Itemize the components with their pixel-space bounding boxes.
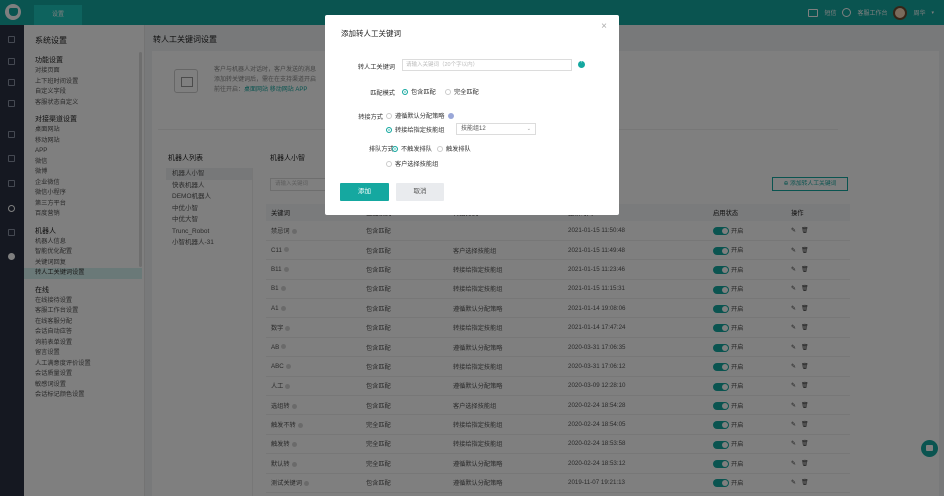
add-button[interactable]: 添加 [340,183,389,201]
radio-dot [392,145,398,152]
chevron-down-icon: ⌄ [526,126,531,132]
radio-dot [437,145,443,152]
radio-exact[interactable]: 完全匹配 [445,87,479,96]
radio-label: 不触发排队 [401,146,432,153]
radio-label: 触发排队 [446,146,471,153]
keyword-label: 转人工关键词 [357,64,395,71]
close-icon[interactable]: × [601,21,607,32]
transfer-way-label: 转接方式 [358,114,383,121]
question-icon[interactable] [447,112,454,119]
radio-dot [402,88,408,95]
dialog-title: 添加转人工关键词 [341,29,401,38]
radio-label: 完全匹配 [454,89,479,96]
radio-contains[interactable]: 包含匹配 [402,87,436,96]
radio-label: 转接给指定技能组 [395,127,445,134]
radio-dot [386,126,392,133]
radio-queue[interactable]: 触发排队 [437,144,471,153]
radio-dot [445,88,451,95]
add-circle-icon[interactable] [578,59,585,68]
add-keyword-dialog: 添加转人工关键词 × 转人工关键词 请输入关键词（20个字以内） 匹配模式 包含… [325,15,619,215]
radio-specified-group[interactable]: 转接给指定技能组 [386,125,445,134]
radio-default-strategy[interactable]: 遵循默认分配策略 [386,111,454,120]
radio-dot [386,112,392,119]
radio-no-queue[interactable]: 不触发排队 [392,144,432,153]
select-value: 技能组12 [461,126,486,132]
keyword-input[interactable]: 请输入关键词（20个字以内） [402,59,572,71]
queue-label-text: 排队方式 [369,146,394,153]
radio-dot [386,160,392,167]
radio-label: 遵循默认分配策略 [395,113,445,120]
cancel-button[interactable]: 取消 [396,183,444,201]
skill-group-select[interactable]: 技能组12 ⌄ [456,123,536,135]
radio-customer-choose[interactable]: 客户选择技能组 [386,159,438,168]
radio-label: 包含匹配 [411,89,436,96]
radio-label: 客户选择技能组 [395,161,439,168]
queue-label: 排队方式 [369,144,394,153]
match-mode-label: 匹配模式 [370,90,395,97]
